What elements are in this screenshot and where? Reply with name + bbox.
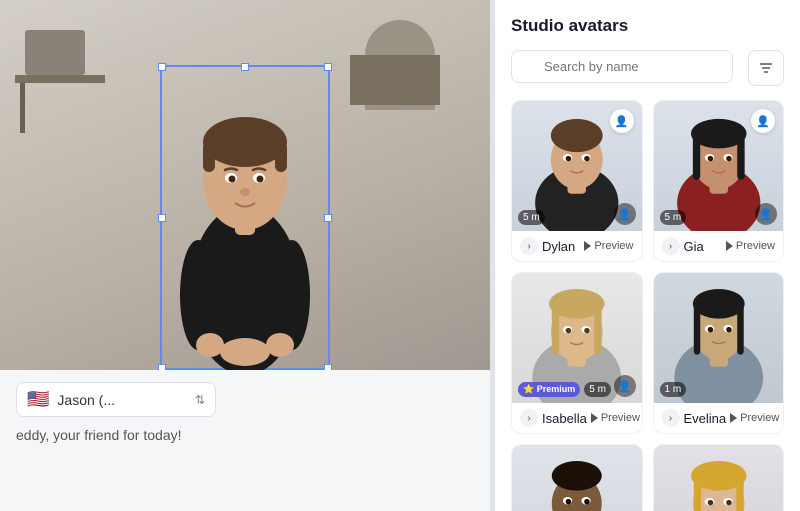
gia-preview-button[interactable]: Preview <box>726 240 775 252</box>
script-text: eddy, your friend for today! <box>16 427 474 443</box>
isabella-play-icon <box>591 413 598 423</box>
isabella-name: Isabella <box>542 411 587 426</box>
evelina-time-badge: 1 m <box>660 382 687 397</box>
gia-person-badge: 👤 <box>751 109 775 133</box>
dylan-play-icon <box>584 241 591 251</box>
left-panel: 🇺🇸 Jason (... ⇅ eddy, your friend for to… <box>0 0 490 511</box>
gia-name: Gia <box>684 239 722 254</box>
dylan-preview-button[interactable]: Preview <box>584 240 633 252</box>
flag-icon: 🇺🇸 <box>27 389 49 410</box>
gia-play-icon <box>726 241 733 251</box>
avatar-card-isabella: ⭐ Premium 5 m 👤 › Isabella Preview <box>511 272 643 434</box>
bg-desk <box>350 55 440 105</box>
isabella-preview-label: Preview <box>601 412 640 424</box>
video-area <box>0 0 490 370</box>
avatar-card-gia: 👤 5 m 👤 › Gia Preview <box>653 100 785 262</box>
evelina-expand-button[interactable]: › <box>662 409 680 427</box>
speaker-name: Jason (... <box>57 392 187 408</box>
dylan-time-badge: 5 m <box>518 210 545 225</box>
avatar-image-6: ⭐ Premium 5 m 👤 <box>654 445 784 511</box>
avatar-image-gia: 👤 5 m 👤 <box>654 101 784 231</box>
isabella-preview-button[interactable]: Preview <box>591 412 640 424</box>
avatar-card-evelina: 1 m › Evelina Preview <box>653 272 785 434</box>
gia-preview-label: Preview <box>736 240 775 252</box>
avatar-container[interactable] <box>145 50 345 370</box>
evelina-play-icon <box>730 413 737 423</box>
gia-add-badge: 👤 <box>755 203 777 225</box>
avatar-image-dylan: 👤 5 m 👤 <box>512 101 642 231</box>
isabella-footer: › Isabella Preview <box>512 403 642 433</box>
panel-title: Studio avatars <box>511 16 784 36</box>
isabella-badge-row: ⭐ Premium 5 m <box>518 382 611 397</box>
bg-desk-left <box>15 75 105 83</box>
bg-monitor <box>25 30 85 75</box>
gia-footer: › Gia Preview <box>654 231 784 261</box>
dylan-expand-button[interactable]: › <box>520 237 538 255</box>
dylan-add-badge: 👤 <box>614 203 636 225</box>
avatar-card-6: ⭐ Premium 5 m 👤 › ··· <box>653 444 785 511</box>
evelina-preview-button[interactable]: Preview <box>730 412 779 424</box>
avatar-image-isabella: ⭐ Premium 5 m 👤 <box>512 273 642 403</box>
isabella-premium-badge: ⭐ Premium <box>518 382 580 397</box>
gia-badge-row: 5 m <box>660 210 687 225</box>
isabella-time-badge: 5 m <box>584 382 611 397</box>
avatar-person-svg <box>160 60 330 370</box>
gia-time-badge: 5 m <box>660 210 687 225</box>
bg-desk-leg <box>20 83 25 133</box>
gia-expand-button[interactable]: › <box>662 237 680 255</box>
chevron-updown-icon: ⇅ <box>195 393 205 407</box>
right-panel: Studio avatars 🔍 <box>494 0 800 511</box>
avatar-image-5: ⭐ Premium 5 m <box>512 445 642 511</box>
dylan-person-badge: 👤 <box>610 109 634 133</box>
search-input[interactable] <box>511 50 733 83</box>
speaker-selector[interactable]: 🇺🇸 Jason (... ⇅ <box>16 382 216 417</box>
avatars-grid: 👤 5 m 👤 › Dylan Preview <box>511 100 784 511</box>
dylan-name: Dylan <box>542 239 580 254</box>
avatar-card-5: ⭐ Premium 5 m › ··· <box>511 444 643 511</box>
dylan-preview-label: Preview <box>594 240 633 252</box>
isabella-expand-button[interactable]: › <box>520 409 538 427</box>
dylan-badge-row: 5 m <box>518 210 545 225</box>
dylan-footer: › Dylan Preview <box>512 231 642 261</box>
evelina-preview-label: Preview <box>740 412 779 424</box>
text-area: 🇺🇸 Jason (... ⇅ eddy, your friend for to… <box>0 370 490 511</box>
search-wrapper: 🔍 <box>511 50 740 86</box>
avatar-card-dylan: 👤 5 m 👤 › Dylan Preview <box>511 100 643 262</box>
isabella-add-badge: 👤 <box>614 375 636 397</box>
evelina-footer: › Evelina Preview <box>654 403 784 433</box>
avatar-image-evelina: 1 m <box>654 273 784 403</box>
search-row: 🔍 <box>511 50 784 86</box>
evelina-name: Evelina <box>684 411 727 426</box>
filter-button[interactable] <box>748 50 784 86</box>
evelina-badge-row: 1 m <box>660 382 687 397</box>
